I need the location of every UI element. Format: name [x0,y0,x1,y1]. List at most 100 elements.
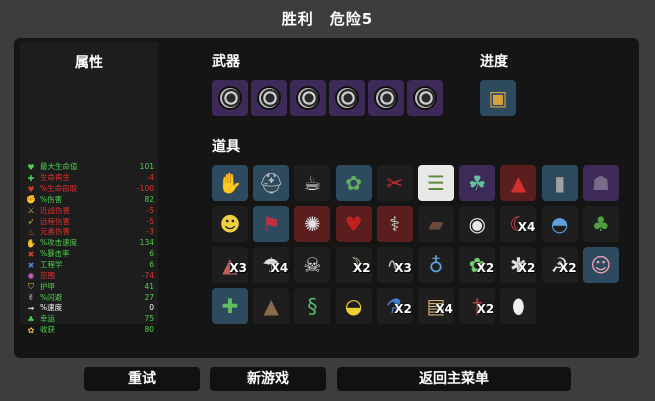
retry-button[interactable]: 重试 [84,367,200,391]
item-slot[interactable]: ▰ [418,206,454,242]
item-slot[interactable]: ▤ X4 [418,288,454,324]
item-slot[interactable]: ∿ X3 [376,247,413,283]
item-slot[interactable]: ✚ [212,288,248,324]
item-slot[interactable]: ☕ [294,165,331,201]
item-slot[interactable]: ✿ X2 [459,247,496,283]
item-slot[interactable]: ☽ X2 [335,247,372,283]
stat-row: ⛉ 护甲 41 [26,281,154,292]
item-count: X2 [476,261,495,275]
item-count: X4 [517,220,536,234]
stat-label: 元素伤害 [40,227,70,237]
item-slot[interactable]: § [294,288,331,324]
item-slot[interactable]: ⚕ [376,206,413,242]
stat-value: 41 [144,281,154,291]
bee-icon: ☻ [219,212,241,236]
stat-label: 范围 [40,270,55,280]
stat-value: 134 [139,238,154,248]
dodge-icon: ✌ [27,293,35,303]
item-slot[interactable]: ☭ X2 [541,247,578,283]
item-slot[interactable]: ▮ [541,165,578,201]
items-title: 道具 [212,139,240,155]
stat-label: 生命再生 [40,173,70,183]
luck-icon: ♣ [27,314,35,324]
item-slot[interactable]: ☾ X4 [500,206,537,242]
item-slot[interactable]: ◒ [335,288,372,324]
red-cape-icon: ▲ [510,171,527,195]
stat-row: ✌ %闪避 27 [26,292,154,303]
rubber-duck-icon: ◒ [344,294,363,318]
item-slot[interactable]: ☗ [582,165,619,201]
item-slot[interactable]: † X2 [459,288,496,324]
medkit-icon: ✚ [221,294,239,318]
item-slot[interactable]: ☻ [212,206,248,242]
item-slot[interactable]: ▲ [253,288,290,324]
stat-value: 75 [144,314,154,324]
gear-weapon-icon [413,86,437,110]
stat-row: ✖ %暴击率 6 [26,249,154,260]
item-count: X4 [270,261,289,275]
banner-icon: ⚑ [262,212,281,236]
chameleon-icon: ☘ [468,171,487,195]
item-slot[interactable]: ☘ [459,165,496,201]
item-count: X2 [352,261,371,275]
item-slot[interactable]: ✱ X2 [500,247,537,283]
coffee-cup-icon: ☕ [303,171,322,195]
stat-row: ◉ 范围 -74 [26,270,155,281]
item-slot[interactable]: ◓ [541,206,578,242]
new-game-button[interactable]: 新游戏 [210,367,326,391]
item-count: X2 [558,261,577,275]
stat-label: 远程伤害 [40,216,70,226]
armor-icon: ⛉ [28,282,34,292]
gear-weapon-icon [296,86,320,110]
stat-label: %生命窃取 [40,184,78,194]
item-slot[interactable]: ⚗ X2 [376,288,413,324]
item-slot[interactable]: ♥ [335,206,372,242]
weapon-slot-2[interactable] [251,80,287,116]
skull-mask-icon: ☠ [303,253,322,277]
stat-row: ♨ 元素伤害 -3 [26,227,154,238]
item-slot[interactable]: ▲ [500,165,537,201]
weapon-slot-4[interactable] [329,80,365,116]
item-slot[interactable]: ✂ [376,165,413,201]
item-slot[interactable]: ✿ [335,165,372,201]
item-slot[interactable]: ♁ [418,247,454,283]
item-slot[interactable]: ✋ [212,165,248,201]
item-slot[interactable]: ⬮ [500,288,537,324]
bloody-ring-icon: ✺ [304,212,321,236]
stat-value: 27 [144,292,154,302]
stats-panel: 属性 ♥ 最大生命值 101 ✚ 生命再生 -4 ♥ %生命窃取 -100 ✊ %伤害 82 ⚔ 近战伤害… [20,42,158,335]
item-slot[interactable]: ⚑ [253,206,290,242]
weapon-slot-5[interactable] [368,80,404,116]
potion-icon: ♁ [428,253,444,277]
stat-label: %闪避 [40,292,63,302]
stat-value: 101 [139,162,154,172]
speed-icon: ➟ [27,303,35,313]
gear-weapon-icon [374,86,398,110]
item-slot[interactable]: ◭ X3 [212,247,248,283]
item-slot[interactable]: ◉ [459,206,496,242]
stat-row: ✖ 工程学 6 [26,260,154,271]
stat-row: ✋ %攻击速度 134 [26,238,154,249]
item-slot[interactable]: ♣ [582,206,619,242]
item-slot[interactable]: ☠ [294,247,331,283]
main-menu-button[interactable]: 返回主菜单 [337,367,571,391]
weapon-slot-6[interactable] [407,80,443,116]
ranged-icon: ➶ [27,217,35,227]
item-slot[interactable]: ☂ X4 [253,247,290,283]
item-slot[interactable]: ☰ [418,165,454,201]
stat-value: 6 [149,260,154,270]
item-slot[interactable]: ⛑ [253,165,290,201]
progress-slot[interactable]: ▣ [480,80,516,116]
egg-icon: ⬮ [512,294,525,318]
weapon-slot-1[interactable] [212,80,248,116]
item-slot[interactable]: ✺ [294,206,331,242]
propeller-hat-icon: ◓ [550,212,569,236]
stat-label: %暴击率 [40,249,70,259]
stat-label: 工程学 [40,260,63,270]
weapon-slot-3[interactable] [290,80,326,116]
gear-weapon-icon [218,86,242,110]
green-worm-icon: § [307,294,318,318]
weapons-title: 武器 [212,54,240,70]
item-slot[interactable]: ☺ [582,247,619,283]
stat-label: 最大生命值 [40,162,78,172]
